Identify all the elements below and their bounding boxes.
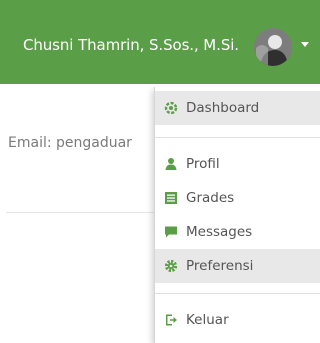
menu-item-label: Dashboard [186, 100, 260, 116]
menu-divider [155, 137, 320, 138]
user-avatar[interactable] [254, 28, 292, 66]
menu-item-dashboard[interactable]: Dashboard [155, 91, 320, 125]
top-navbar: Chusni Thamrin, S.Sos., M.Si. [0, 0, 320, 84]
content-divider [6, 212, 156, 213]
user-icon [165, 158, 177, 170]
dashboard-icon [164, 101, 178, 115]
logout-icon [166, 314, 177, 326]
menu-item-messages[interactable]: Messages [155, 215, 320, 249]
user-dropdown-menu: Dashboard Profil Grades Messages Prefere… [154, 87, 320, 343]
menu-item-label: Preferensi [186, 258, 254, 274]
menu-item-label: Messages [186, 224, 253, 240]
grades-icon [165, 192, 177, 204]
user-name[interactable]: Chusni Thamrin, S.Sos., M.Si. [23, 36, 239, 54]
avatar-image [254, 28, 292, 66]
menu-item-label: Keluar [186, 312, 229, 328]
menu-item-label: Grades [186, 190, 235, 206]
menu-item-keluar[interactable]: Keluar [155, 303, 320, 337]
gear-icon [164, 259, 178, 273]
menu-item-preferensi[interactable]: Preferensi [155, 249, 320, 283]
menu-item-grades[interactable]: Grades [155, 181, 320, 215]
messages-icon [165, 226, 177, 238]
menu-item-profil[interactable]: Profil [155, 147, 320, 181]
menu-divider [155, 293, 320, 294]
menu-item-label: Profil [186, 156, 220, 172]
email-label: Email: pengaduar [8, 135, 132, 151]
caret-down-icon[interactable] [301, 42, 309, 47]
